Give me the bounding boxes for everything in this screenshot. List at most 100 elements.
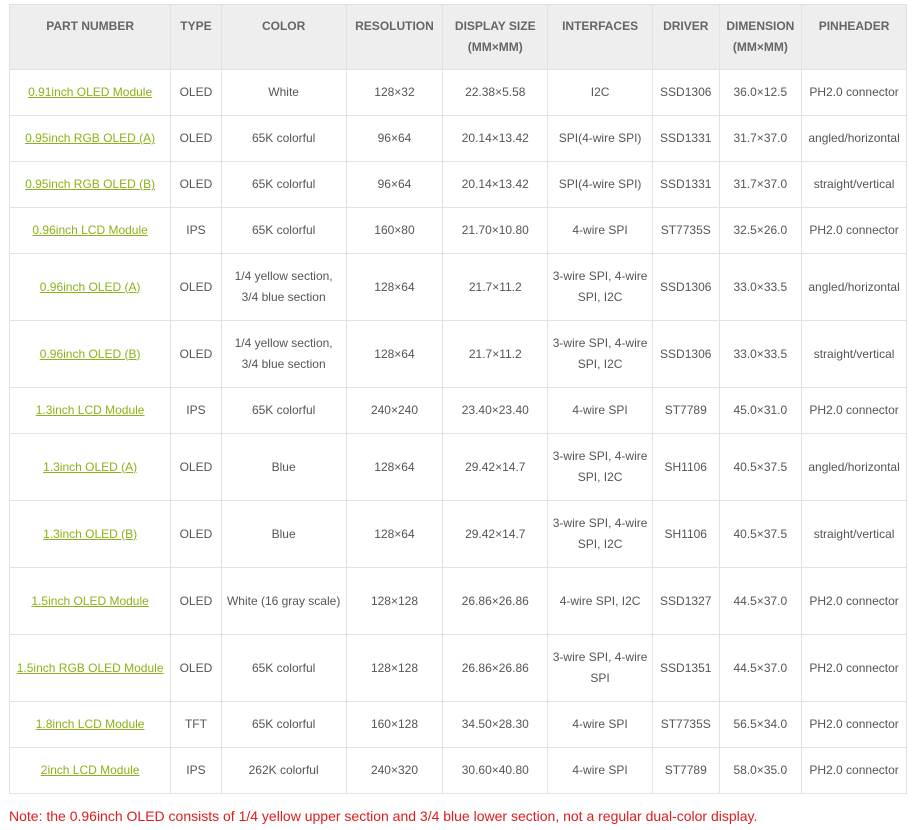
column-header-unit: (MM×MM) — [467, 40, 523, 54]
table-cell: SSD1306 — [651, 320, 720, 388]
table-row: 1.3inch OLED (A) OLED Blue 128×64 29.42×14.7… — [8, 433, 907, 501]
part-number-link[interactable]: 1.5inch OLED Module — [31, 594, 148, 608]
display-size-cell: 21.70×10.80 — [461, 223, 529, 237]
table-cell: PH2.0 connector — [801, 747, 907, 794]
column-header: RESOLUTION — [345, 4, 444, 70]
interfaces-cell: 4-wire SPI — [572, 763, 628, 777]
pinheader-cell: PH2.0 connector — [809, 763, 899, 777]
table-cell: OLED — [170, 567, 222, 635]
part-number-link[interactable]: 1.3inch OLED (B) — [43, 527, 137, 541]
part-number-link[interactable]: 1.8inch LCD Module — [36, 717, 145, 731]
table-row: 0.91inch OLED Module OLED White 128×32 22.38… — [8, 69, 907, 116]
part-number-link[interactable]: 0.96inch OLED (A) — [40, 280, 141, 294]
display-size-cell: 22.38×5.58 — [465, 85, 526, 99]
type-cell: OLED — [179, 177, 213, 191]
dimension-cell: 45.0×31.0 — [733, 403, 788, 417]
table-row: 1.5inch OLED Module OLED White (16 gray sc… — [8, 567, 907, 635]
type-cell: TFT — [184, 717, 207, 731]
part-number-link[interactable]: 0.95inch RGB OLED (A) — [25, 131, 155, 145]
dimension-cell: 31.7×37.0 — [733, 131, 788, 145]
type-cell: OLED — [179, 279, 213, 294]
table-cell: SPI(4-wire SPI) — [547, 161, 653, 208]
driver-cell: ST7789 — [664, 763, 707, 777]
part-number-link[interactable]: 0.96inch LCD Module — [32, 223, 147, 237]
column-header-label: DIMENSION — [726, 19, 795, 33]
table-cell: 1.5inch OLED Module — [8, 567, 172, 635]
table-cell: 0.95inch RGB OLED (B) — [8, 161, 172, 208]
table-cell: 3-wire SPI, 4-wire SPI, I2C — [547, 253, 653, 321]
table-cell: 1/4 yellow section, 3/4 blue section — [220, 320, 347, 388]
table-cell: 4-wire SPI, I2C — [547, 567, 653, 635]
driver-cell: ST7789 — [664, 403, 707, 417]
color-cell: 65K colorful — [251, 223, 316, 237]
type-cell: IPS — [186, 403, 206, 417]
type-cell: OLED — [179, 593, 213, 608]
driver-cell: ST7735S — [660, 223, 711, 237]
table-cell: SSD1327 — [651, 567, 720, 635]
table-cell: 44.5×37.0 — [718, 567, 803, 635]
part-number-link[interactable]: 0.95inch RGB OLED (B) — [25, 177, 155, 191]
table-cell: 0.96inch LCD Module — [8, 207, 172, 254]
table-cell: 128×64 — [345, 433, 444, 501]
driver-cell: SSD1306 — [660, 279, 712, 294]
color-cell: White (16 gray scale) — [226, 593, 341, 608]
table-cell: ST7735S — [651, 701, 720, 748]
table-cell: White (16 gray scale) — [220, 567, 347, 635]
dimension-cell: 32.5×26.0 — [733, 223, 788, 237]
color-cell: 65K colorful — [251, 403, 316, 417]
type-cell: IPS — [186, 223, 206, 237]
resolution-cell: 96×64 — [377, 131, 412, 145]
table-cell: 56.5×34.0 — [718, 701, 803, 748]
table-cell: SH1106 — [651, 433, 720, 501]
table-cell: 32.5×26.0 — [718, 207, 803, 254]
type-cell: OLED — [179, 346, 213, 361]
table-cell: OLED — [170, 115, 222, 162]
table-cell: 2inch LCD Module — [8, 747, 172, 794]
table-cell: 20.14×13.42 — [442, 115, 549, 162]
pinheader-cell: PH2.0 connector — [809, 403, 899, 417]
part-number-link[interactable]: 2inch LCD Module — [41, 763, 140, 777]
interfaces-cell: I2C — [590, 85, 610, 99]
column-header: PINHEADER — [801, 4, 907, 70]
display-size-cell: 23.40×23.40 — [461, 403, 529, 417]
table-cell: 1.3inch OLED (B) — [8, 500, 172, 568]
table-cell: OLED — [170, 320, 222, 388]
resolution-cell: 128×128 — [370, 593, 419, 608]
display-size-cell: 34.50×28.30 — [461, 717, 529, 731]
column-header: DIMENSION (MM×MM) — [718, 4, 803, 70]
table-cell: OLED — [170, 433, 222, 501]
table-cell: 3-wire SPI, 4-wire SPI, I2C — [547, 433, 653, 501]
driver-cell: SH1106 — [664, 459, 707, 474]
part-number-link[interactable]: 0.96inch OLED (B) — [40, 347, 141, 361]
display-size-cell: 26.86×26.86 — [461, 593, 529, 608]
driver-cell: SSD1327 — [660, 593, 712, 608]
driver-cell: SSD1306 — [660, 85, 712, 99]
table-cell: 128×64 — [345, 320, 444, 388]
resolution-cell: 128×64 — [374, 346, 415, 361]
part-number-link[interactable]: 1.5inch RGB OLED Module — [17, 661, 164, 675]
table-cell: OLED — [170, 253, 222, 321]
type-cell: OLED — [179, 459, 213, 474]
resolution-cell: 240×320 — [370, 763, 419, 777]
interfaces-cell: SPI(4-wire SPI) — [558, 131, 642, 145]
table-cell: 3-wire SPI, 4-wire SPI — [547, 634, 653, 702]
dimension-cell: 33.0×33.5 — [733, 279, 788, 294]
table-cell: 58.0×35.0 — [718, 747, 803, 794]
dimension-cell: 44.5×37.0 — [733, 593, 788, 608]
resolution-cell: 160×128 — [370, 717, 419, 731]
table-cell: 3-wire SPI, 4-wire SPI, I2C — [547, 320, 653, 388]
part-number-link[interactable]: 1.3inch OLED (A) — [43, 460, 137, 474]
part-number-link[interactable]: 1.3inch LCD Module — [36, 403, 145, 417]
table-cell: 22.38×5.58 — [442, 69, 549, 116]
pinheader-cell: straight/vertical — [813, 526, 895, 541]
column-header: TYPE — [170, 4, 222, 70]
table-row: 1.3inch OLED (B) OLED Blue 128×64 29.42×14.7… — [8, 500, 907, 568]
table-cell: angled/horizontal — [801, 115, 907, 162]
pinheader-cell: angled/horizontal — [808, 279, 900, 294]
type-cell: OLED — [179, 526, 213, 541]
table-cell: White — [220, 69, 347, 116]
type-cell: IPS — [186, 763, 206, 777]
color-cell: 65K colorful — [251, 660, 316, 675]
type-cell: OLED — [179, 660, 213, 675]
part-number-link[interactable]: 0.91inch OLED Module — [28, 85, 152, 99]
